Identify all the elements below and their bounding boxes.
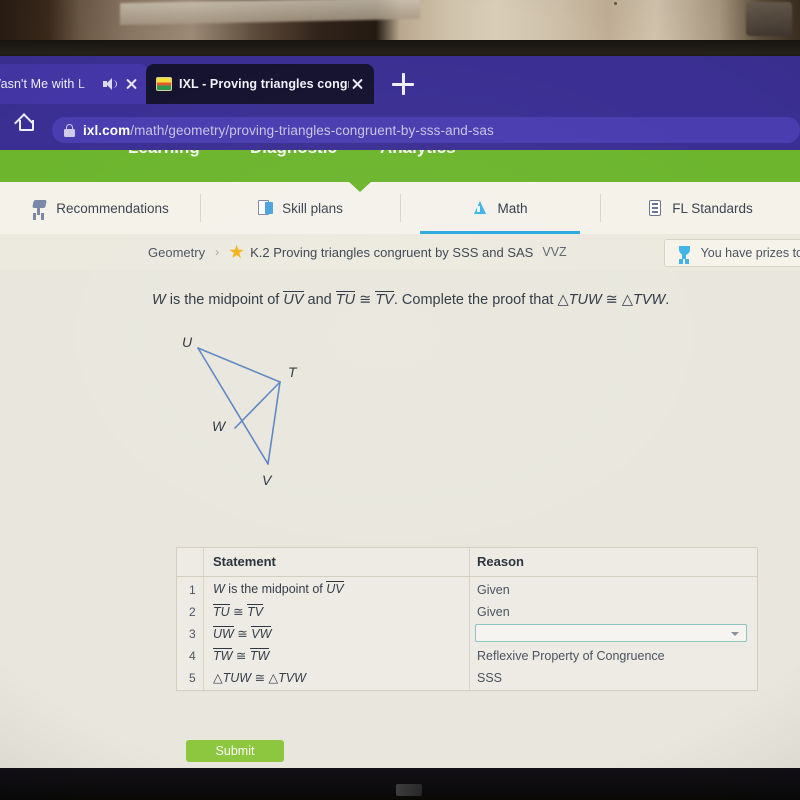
table-row: 2 TU ≅ TV Given: [177, 602, 757, 624]
close-icon[interactable]: [123, 76, 140, 93]
breadcrumb-skill-code: VVZ: [542, 245, 567, 259]
row-number: 1: [189, 583, 196, 597]
lock-icon: [64, 123, 75, 137]
tab-math-label: Math: [497, 200, 528, 216]
math-icon: [472, 199, 489, 217]
browser-toolbar: ixl.com/math/geometry/proving-triangles-…: [0, 110, 800, 150]
table-row: 4 TW ≅ TW Reflexive Property of Congruence: [177, 646, 757, 668]
browser-tab-0[interactable]: t Wasn't Me with L: [0, 64, 148, 104]
green-nav-learning[interactable]: Learning: [128, 150, 200, 158]
row-statement: TU ≅ TV: [213, 604, 264, 619]
browser-tab-1-title: IXL - Proving triangles congruent: [179, 77, 349, 91]
browser-tab-1[interactable]: IXL - Proving triangles congruent: [146, 64, 374, 104]
question-fragment: TU: [335, 291, 356, 308]
figure-segment-UT: [197, 347, 281, 383]
row-number: 3: [189, 627, 196, 641]
tab-fl-standards-label: FL Standards: [672, 200, 753, 216]
vertex-label-W: W: [212, 418, 226, 434]
table-row: 3 UW ≅ VW: [177, 624, 757, 646]
green-nav-diagnostic[interactable]: Diagnostic: [250, 150, 337, 158]
question-fragment: W: [152, 292, 166, 308]
proof-table-header: Statement Reason: [177, 548, 757, 577]
tab-skill-plans[interactable]: Skill plans: [200, 182, 400, 234]
home-icon[interactable]: [10, 117, 44, 143]
laptop-bezel-bottom: [0, 768, 800, 800]
row-reason: Reflexive Property of Congruence: [477, 649, 665, 663]
skill-plans-icon: [257, 199, 274, 217]
question-fragment: TUW: [568, 292, 602, 308]
question-fragment: ≅ △: [601, 292, 634, 308]
tab-skill-plans-label: Skill plans: [282, 200, 343, 216]
submit-button[interactable]: Submit: [186, 740, 284, 762]
question-fragment: UV: [283, 291, 304, 308]
star-icon: [229, 244, 244, 259]
green-nav-analytics[interactable]: Analytics: [380, 150, 456, 158]
ixl-favicon: [156, 77, 172, 91]
background-object: [120, 0, 420, 26]
breadcrumb-skill: K.2 Proving triangles congruent by SSS a…: [250, 244, 534, 260]
table-row: 1 W is the midpoint of UV Given: [177, 580, 757, 602]
recommendations-icon: [31, 199, 48, 217]
ixl-green-nav: Learning Diagnostic Analytics: [0, 150, 800, 182]
browser-tab-strip: t Wasn't Me with L IXL - Proving triangl…: [0, 56, 800, 110]
header-statement: Statement: [213, 554, 276, 569]
row-statement: UW ≅ VW: [213, 626, 272, 641]
geometry-figure: [197, 347, 281, 465]
address-bar[interactable]: ixl.com/math/geometry/proving-triangles-…: [52, 117, 800, 143]
row-statement: W is the midpoint of UV: [213, 581, 344, 596]
ixl-subject-tabs: Recommendations Skill plans Math FL Stan…: [0, 181, 800, 235]
laptop-screen: t Wasn't Me with L IXL - Proving triangl…: [0, 56, 800, 768]
question-text: W is the midpoint of UV and TU ≅ TV. Com…: [152, 291, 752, 308]
figure-segment-TV: [267, 381, 281, 465]
reason-dropdown[interactable]: [475, 624, 747, 642]
header-reason: Reason: [477, 554, 524, 569]
vertex-label-V: V: [262, 472, 272, 488]
bezel-speck: [614, 2, 617, 5]
url-domain: ixl.com: [83, 122, 131, 138]
row-number: 2: [189, 605, 196, 619]
vertex-label-T: T: [288, 364, 297, 380]
prizes-label: You have prizes to: [700, 246, 800, 260]
background-object: [746, 2, 792, 36]
row-reason: Given: [477, 583, 510, 597]
trophy-icon: [675, 244, 694, 263]
proof-table: Statement Reason 1 W is the midpoint of U…: [176, 547, 758, 691]
question-fragment: is the midpoint of: [165, 292, 284, 308]
row-statement: TW ≅ TW: [213, 648, 270, 663]
row-reason: SSS: [477, 671, 503, 685]
row-statement: △TUW ≅ △TVW: [213, 671, 306, 685]
figure-segment-TW: [234, 381, 281, 429]
browser-tab-0-title: t Wasn't Me with L: [0, 77, 86, 91]
breadcrumb-separator: ›: [215, 245, 220, 259]
standards-icon: [647, 199, 664, 217]
question-fragment: ≅: [355, 292, 376, 308]
question-fragment: and: [303, 292, 336, 308]
row-number: 4: [189, 649, 196, 663]
question-area: W is the midpoint of UV and TU ≅ TV. Com…: [0, 270, 800, 768]
url-path: /math/geometry/proving-triangles-congrue…: [130, 122, 494, 138]
laptop-brand-logo: [396, 784, 422, 796]
tab-recommendations[interactable]: Recommendations: [0, 182, 200, 234]
question-fragment: TV: [375, 291, 394, 308]
table-row: 5 △TUW ≅ △TVW SSS: [177, 668, 757, 690]
question-fragment: .: [665, 292, 670, 308]
tab-recommendations-label: Recommendations: [56, 200, 169, 216]
row-number: 5: [189, 671, 196, 685]
close-icon[interactable]: [349, 76, 366, 93]
vertex-label-U: U: [182, 334, 193, 350]
speaker-icon[interactable]: [102, 77, 117, 92]
new-tab-button[interactable]: [392, 73, 414, 95]
address-bar-text: ixl.com/math/geometry/proving-triangles-…: [83, 123, 494, 138]
row-reason: Given: [477, 605, 510, 619]
tab-fl-standards[interactable]: FL Standards: [600, 182, 800, 234]
question-fragment: TVW: [633, 292, 666, 308]
breadcrumb: Geometry › K.2 Proving triangles congrue…: [0, 234, 800, 271]
breadcrumb-subject[interactable]: Geometry: [148, 245, 205, 260]
tab-math[interactable]: Math: [400, 182, 600, 234]
question-fragment: . Complete the proof that △: [393, 292, 569, 308]
prizes-button[interactable]: You have prizes to: [663, 239, 800, 267]
